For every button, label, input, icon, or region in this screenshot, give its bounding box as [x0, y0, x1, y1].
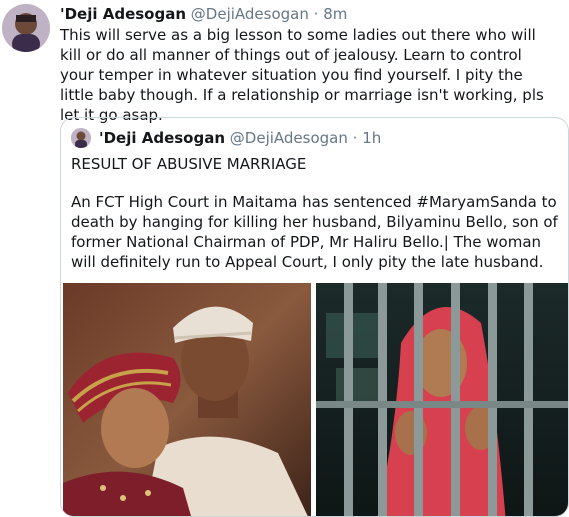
tweet-header: 'Deji Adesogan @DejiAdesogan · 8m [60, 4, 347, 24]
header-separator: · [313, 5, 319, 23]
quoted-text: An FCT High Court in Maitama has sentenc… [71, 193, 558, 271]
tweet-text: This will serve as a big lesson to some … [60, 26, 544, 124]
quoted-author-name[interactable]: 'Deji Adesogan [99, 129, 225, 147]
couple-photo-image [63, 283, 311, 516]
quoted-timestamp[interactable]: 1h [362, 129, 381, 147]
tweet-timestamp[interactable]: 8m [323, 5, 347, 23]
avatar-image [2, 4, 50, 52]
photo-behind-bars[interactable] [316, 283, 568, 516]
quoted-separator: · [352, 129, 358, 147]
quoted-author-avatar[interactable] [71, 128, 91, 148]
quoted-author-handle[interactable]: @DejiAdesogan [230, 129, 348, 147]
prison-photo-image [316, 283, 568, 516]
quoted-tweet[interactable]: 'Deji Adesogan @DejiAdesogan · 1h RESULT… [60, 117, 569, 517]
tweet[interactable]: 'Deji Adesogan @DejiAdesogan · 8m This w… [0, 0, 569, 517]
photo-couple[interactable] [63, 283, 311, 516]
author-avatar[interactable] [2, 4, 50, 52]
quoted-header: 'Deji Adesogan @DejiAdesogan · 1h [99, 128, 381, 148]
quoted-avatar-image [71, 128, 91, 148]
author-name[interactable]: 'Deji Adesogan [60, 5, 186, 23]
quoted-headline: RESULT OF ABUSIVE MARRIAGE [71, 155, 307, 173]
author-handle[interactable]: @DejiAdesogan [191, 5, 309, 23]
